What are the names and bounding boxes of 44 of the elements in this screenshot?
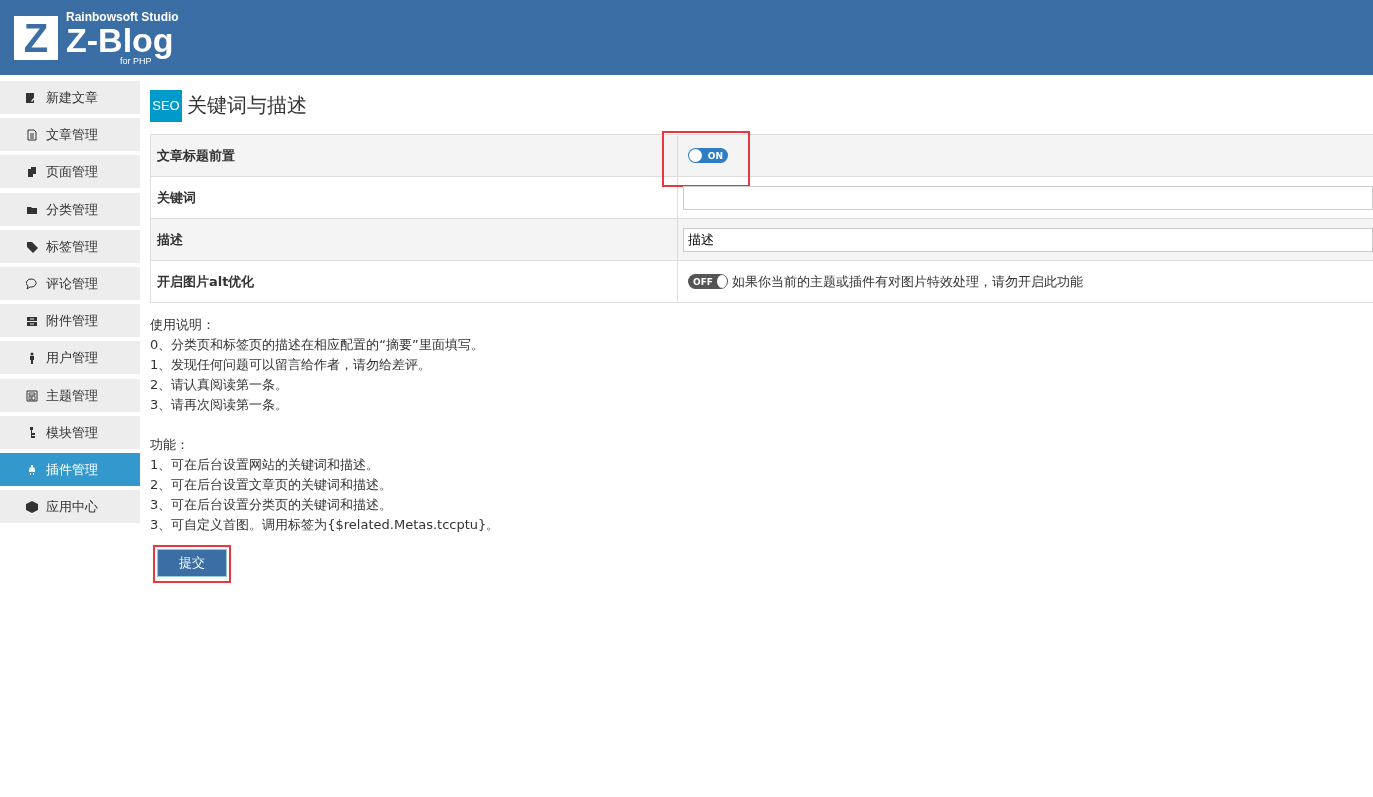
- logo-subtitle: for PHP: [120, 55, 152, 66]
- document-icon: [26, 128, 38, 141]
- comment-icon: [26, 277, 38, 290]
- sidebar-item[interactable]: 评论管理: [0, 267, 140, 300]
- text-input[interactable]: [683, 185, 1373, 210]
- setting-label: 开启图片alt优化: [151, 261, 678, 302]
- sidebar-item[interactable]: 标签管理: [0, 230, 140, 263]
- pages-icon: [26, 165, 38, 178]
- note-line: 2、可在后台设置文章页的关键词和描述。: [150, 476, 394, 494]
- studio-name: Rainbowsoft Studio: [66, 9, 179, 24]
- note-line: 3、可在后台设置分类页的关键词和描述。: [150, 496, 394, 514]
- toggle-switch[interactable]: ON: [688, 148, 728, 163]
- note-line: 0、分类页和标签页的描述在相应配置的“摘要”里面填写。: [150, 336, 485, 354]
- logo-mark: Z: [14, 15, 58, 60]
- sidebar-item[interactable]: 分类管理: [0, 193, 140, 226]
- sidebar-item[interactable]: 模块管理: [0, 416, 140, 449]
- note-line: 2、请认真阅读第一条。: [150, 376, 290, 394]
- plug-icon: [26, 463, 38, 476]
- note-line: 1、发现任何问题可以留言给作者，请勿给差评。: [150, 356, 433, 374]
- page-title: 关键词与描述: [187, 92, 307, 119]
- setting-label: 文章标题前置: [151, 135, 678, 176]
- setting-label: 关键词: [151, 177, 678, 218]
- cube-icon: [26, 500, 38, 513]
- text-input[interactable]: 描述: [683, 227, 1373, 252]
- tag-icon: [26, 240, 38, 253]
- note-line: 功能：: [150, 436, 190, 454]
- note-line: 3、请再次阅读第一条。: [150, 396, 290, 414]
- setting-note: 如果你当前的主题或插件有对图片特效处理，请勿开启此功能: [732, 272, 1083, 291]
- sidebar-item[interactable]: 新建文章: [0, 81, 140, 114]
- sidebar-item[interactable]: 应用中心: [0, 490, 140, 523]
- layout-icon: [26, 389, 38, 402]
- sidebar-item[interactable]: 文章管理: [0, 118, 140, 151]
- sidebar-item[interactable]: 主题管理: [0, 379, 140, 412]
- seo-badge: SEO: [150, 89, 182, 122]
- note-line: 3、可自定义首图。调用标签为{$related.Metas.tccptu}。: [150, 516, 501, 534]
- toggle-switch[interactable]: OFF: [688, 274, 728, 289]
- note-line: 使用说明：: [150, 316, 216, 334]
- note-line: 1、可在后台设置网站的关键词和描述。: [150, 456, 381, 474]
- setting-label: 描述: [151, 219, 678, 260]
- sidebar-item[interactable]: 页面管理: [0, 155, 140, 188]
- drawer-icon: [26, 314, 38, 327]
- submit-button[interactable]: 提交: [157, 549, 227, 577]
- sidebar-item[interactable]: 用户管理: [0, 341, 140, 374]
- sidebar-item[interactable]: 附件管理: [0, 304, 140, 337]
